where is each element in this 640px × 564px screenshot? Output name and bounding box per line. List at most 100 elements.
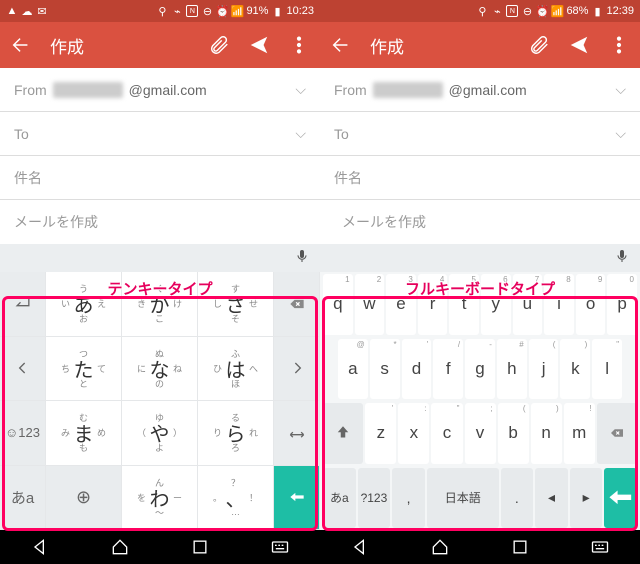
nav-back-icon[interactable] — [350, 537, 370, 557]
attach-icon[interactable] — [208, 34, 230, 56]
body-placeholder: メールを作成 — [14, 212, 98, 232]
enter-key[interactable] — [604, 468, 637, 529]
from-row[interactable]: From @gmail.com ⌵ — [320, 68, 640, 112]
nav-ime-icon[interactable] — [590, 537, 610, 557]
key-a[interactable]: @a — [338, 339, 368, 400]
num-key[interactable]: ?123 — [358, 468, 391, 529]
tenkey-side-left[interactable] — [0, 337, 46, 402]
compose-form: From @gmail.com ⌵ To ⌵ 件名 メールを作成 — [320, 68, 640, 244]
nav-ime-icon[interactable] — [270, 537, 290, 557]
from-user-blurred — [373, 82, 443, 98]
key-z[interactable]: 'z — [365, 403, 396, 464]
from-domain: @gmail.com — [129, 82, 207, 98]
mail-icon: ✉ — [36, 5, 48, 17]
status-bar: ▲ ☁ ✉ ⚲ ⌁ N ⊖ ⏰ 📶 91% ▮ 10:23 — [0, 0, 320, 22]
bluetooth-icon: ⌁ — [171, 5, 183, 17]
notification-icon: ▲ — [6, 5, 18, 17]
shift-key[interactable] — [323, 403, 363, 464]
tenkey-key[interactable]: むみまめも — [46, 401, 122, 466]
to-row[interactable]: To ⌵ — [0, 112, 320, 156]
tenkey-key[interactable]: つちたてと — [46, 337, 122, 402]
language-key[interactable]: 日本語 — [427, 468, 499, 529]
phone-left: ▲ ☁ ✉ ⚲ ⌁ N ⊖ ⏰ 📶 91% ▮ 10:23 作成 From @g… — [0, 0, 320, 564]
alarm-icon: ⏰ — [536, 5, 548, 17]
battery-icon: ▮ — [591, 5, 603, 17]
send-icon[interactable] — [568, 34, 590, 56]
phone-right: ⚲ ⌁ N ⊖ ⏰ 📶 68% ▮ 12:39 作成 From @gmail.c… — [320, 0, 640, 564]
nfc-icon: N — [186, 5, 198, 17]
tenkey-key[interactable]: ？。、！… — [198, 466, 274, 531]
dnd-icon: ⊖ — [521, 5, 533, 17]
to-row[interactable]: To ⌵ — [320, 112, 640, 156]
from-row[interactable]: From @gmail.com ⌵ — [0, 68, 320, 112]
tenkey-side-mode[interactable]: あa — [0, 466, 46, 531]
app-bar: 作成 — [0, 22, 320, 68]
to-label: To — [334, 126, 349, 142]
tenkey-key[interactable]: ふひはへほ — [198, 337, 274, 402]
back-icon[interactable] — [10, 34, 32, 56]
tenkey-side-space[interactable] — [274, 401, 320, 466]
tenkey-side-emoji[interactable]: ☺123 — [0, 401, 46, 466]
key-v[interactable]: ;v — [465, 403, 496, 464]
from-domain: @gmail.com — [449, 82, 527, 98]
body-row[interactable]: メールを作成 — [320, 200, 640, 244]
back-icon[interactable] — [330, 34, 352, 56]
more-icon[interactable] — [608, 34, 630, 56]
key-k[interactable]: )k — [560, 339, 590, 400]
nav-recent-icon[interactable] — [510, 537, 530, 557]
chevron-down-icon[interactable]: ⌵ — [615, 125, 626, 142]
mic-icon[interactable] — [614, 248, 630, 269]
comma-key[interactable]: , — [392, 468, 425, 529]
location-icon: ⚲ — [156, 5, 168, 17]
nav-home-icon[interactable] — [430, 537, 450, 557]
tenkey-key[interactable]: んをわー〜 — [122, 466, 198, 531]
chevron-down-icon[interactable]: ⌵ — [295, 81, 306, 98]
body-placeholder: メールを作成 — [342, 212, 426, 232]
battery-text: 91% — [246, 5, 268, 17]
from-label: From — [334, 82, 367, 98]
mic-icon[interactable] — [294, 248, 310, 269]
send-icon[interactable] — [248, 34, 270, 56]
bluetooth-icon: ⌁ — [491, 5, 503, 17]
keyboard-type-label: フルキーボードタイプ — [320, 278, 640, 299]
mode-key[interactable]: あa — [323, 468, 356, 529]
tenkey-side-right[interactable] — [274, 337, 320, 402]
tenkey-key[interactable]: ゆ（や）よ — [122, 401, 198, 466]
key-c[interactable]: "c — [431, 403, 462, 464]
key-b[interactable]: (b — [498, 403, 529, 464]
chevron-down-icon[interactable]: ⌵ — [295, 125, 306, 142]
backspace-key[interactable] — [597, 403, 637, 464]
chevron-down-icon[interactable]: ⌵ — [615, 81, 626, 98]
more-icon[interactable] — [288, 34, 310, 56]
key-f[interactable]: /f — [433, 339, 463, 400]
from-user-blurred — [53, 82, 123, 98]
nav-recent-icon[interactable] — [190, 537, 210, 557]
body-row[interactable]: メールを作成 — [0, 200, 320, 244]
signal-icon: 📶 — [551, 5, 563, 17]
subject-placeholder: 件名 — [334, 168, 362, 188]
subject-row[interactable]: 件名 — [320, 156, 640, 200]
left-arrow-key[interactable]: ◂ — [535, 468, 568, 529]
key-d[interactable]: 'd — [402, 339, 432, 400]
key-j[interactable]: (j — [529, 339, 559, 400]
key-l[interactable]: "l — [592, 339, 622, 400]
subject-row[interactable]: 件名 — [0, 156, 320, 200]
tenkey-key[interactable]: ぬになねの — [122, 337, 198, 402]
key-h[interactable]: #h — [497, 339, 527, 400]
battery-text: 68% — [566, 5, 588, 17]
key-m[interactable]: !m — [564, 403, 595, 464]
appbar-title: 作成 — [50, 33, 190, 58]
key-n[interactable]: )n — [531, 403, 562, 464]
key-g[interactable]: -g — [465, 339, 495, 400]
globe-icon[interactable]: ⊕ — [46, 466, 122, 531]
period-key[interactable]: . — [501, 468, 534, 529]
key-x[interactable]: :x — [398, 403, 429, 464]
nav-back-icon[interactable] — [30, 537, 50, 557]
right-arrow-key[interactable]: ▸ — [570, 468, 603, 529]
tenkey-key[interactable]: るりられろ — [198, 401, 274, 466]
key-s[interactable]: *s — [370, 339, 400, 400]
dnd-icon: ⊖ — [201, 5, 213, 17]
tenkey-side-enter[interactable] — [274, 466, 320, 531]
attach-icon[interactable] — [528, 34, 550, 56]
nav-home-icon[interactable] — [110, 537, 130, 557]
